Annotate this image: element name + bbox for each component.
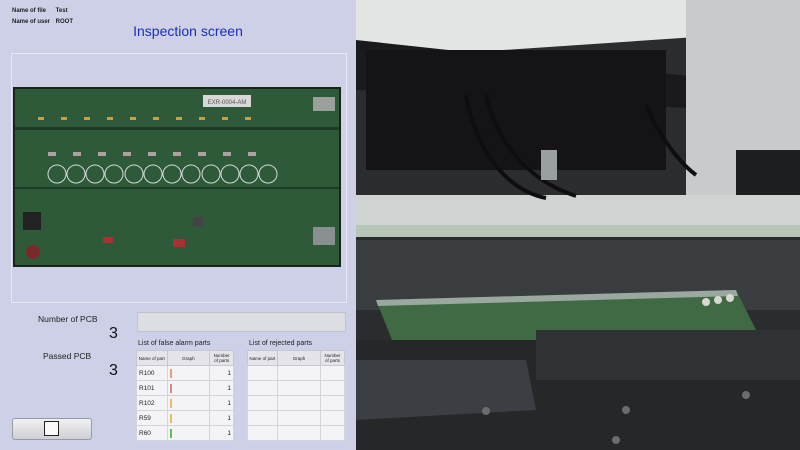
- false-alarm-title: List of false alarm parts: [138, 340, 211, 347]
- board-label: EXR-0004-AM: [208, 100, 247, 106]
- part-count: 1: [209, 395, 234, 411]
- false-alarm-table: Name of part Graph Number of parts R100 …: [136, 350, 234, 441]
- pcb-count-label: Number of PCB: [38, 314, 98, 324]
- table-row: [247, 410, 345, 426]
- col-number-of-parts: Number of parts: [320, 350, 345, 366]
- part-name: R102: [136, 395, 168, 411]
- table-row: [247, 425, 345, 441]
- table-row[interactable]: R102 1: [136, 395, 234, 411]
- rejected-title: List of rejected parts: [249, 340, 313, 347]
- col-name-of-part: Name of part: [247, 350, 278, 366]
- pcb-count-value: 3: [109, 325, 118, 342]
- file-name-value: Test: [55, 8, 68, 14]
- graph-bar: [169, 413, 172, 423]
- graph-bar: [169, 428, 172, 438]
- col-number-of-parts: Number of parts: [209, 350, 234, 366]
- part-count: 1: [209, 425, 234, 441]
- graph-bar: [169, 383, 172, 393]
- table-row: [247, 380, 345, 396]
- table-row: [247, 365, 345, 381]
- col-graph: Graph: [276, 350, 322, 366]
- machine-camera-photo: [356, 0, 800, 450]
- table-row[interactable]: R101 1: [136, 380, 234, 396]
- part-name: R59: [136, 410, 168, 426]
- part-graph: [166, 395, 211, 411]
- pcb-count-bar: [137, 312, 346, 332]
- passed-pcb-label: Passed PCB: [43, 351, 92, 361]
- part-graph: [166, 410, 211, 426]
- file-name-label: Name of file: [12, 8, 47, 14]
- part-name: R101: [136, 380, 168, 396]
- part-count: 1: [209, 365, 234, 381]
- part-name: R100: [136, 365, 168, 381]
- table-row[interactable]: R59 1: [136, 410, 234, 426]
- passed-pcb-value: 3: [109, 362, 118, 379]
- col-graph: Graph: [166, 350, 211, 366]
- col-name-of-part: Name of part: [136, 350, 168, 366]
- inspection-app: Name of file Test Name of user ROOT Insp…: [0, 0, 356, 450]
- graph-bar: [169, 398, 172, 408]
- stop-button[interactable]: [12, 418, 92, 440]
- file-info: Name of file Test: [12, 8, 68, 14]
- stop-icon: [44, 421, 59, 436]
- part-graph: [166, 380, 211, 396]
- pcb-inspection-image: EXR-0004-AM: [13, 87, 341, 267]
- page-title: Inspection screen: [133, 23, 243, 39]
- table-row[interactable]: R60 1: [136, 425, 234, 441]
- table-row[interactable]: R100 1: [136, 365, 234, 381]
- graph-bar: [169, 368, 172, 378]
- part-count: 1: [209, 410, 234, 426]
- part-name: R60: [136, 425, 168, 441]
- part-graph: [166, 425, 211, 441]
- part-count: 1: [209, 380, 234, 396]
- table-row: [247, 395, 345, 411]
- part-graph: [166, 365, 211, 381]
- rejected-table: Name of part Graph Number of parts: [247, 350, 345, 441]
